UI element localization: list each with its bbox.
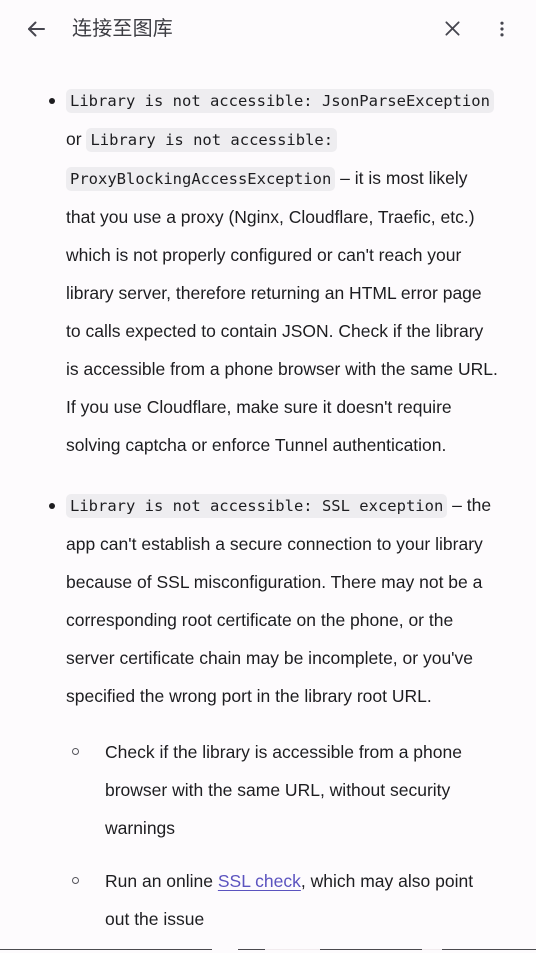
list-item-text: Library is not accessible: JsonParseExce…: [66, 89, 498, 455]
bullet-marker: [49, 98, 55, 104]
text-run: or: [66, 129, 87, 149]
inline-code: Library is not accessible: SSL exception: [66, 494, 448, 518]
nested-list-item: Check if the library is accessible from …: [66, 733, 500, 847]
nested-list-item-text: Run an online SSL check, which may also …: [105, 871, 473, 929]
bullet-marker-hollow: [72, 877, 79, 884]
back-button[interactable]: [16, 9, 56, 49]
page-title: 连接至图库: [72, 17, 173, 40]
more-vertical-icon: [492, 19, 512, 39]
close-button[interactable]: [432, 9, 472, 49]
text-run: Run an online: [105, 871, 218, 891]
text-run: Check if the library is accessible from …: [105, 742, 462, 838]
list-item: Library is not accessible: JsonParseExce…: [0, 81, 522, 464]
divider-gap: [212, 949, 238, 950]
app-bar-actions: [432, 9, 522, 49]
inline-code: Library is not accessible: JsonParseExce…: [66, 89, 494, 113]
divider-gap: [265, 949, 320, 950]
bullet-marker-hollow: [72, 748, 79, 755]
list-item-text: Library is not accessible: SSL exception…: [66, 494, 492, 706]
nested-list: Check if the library is accessible from …: [66, 733, 500, 950]
troubleshooting-list: Library is not accessible: JsonParseExce…: [0, 81, 522, 950]
content-link[interactable]: SSL check: [218, 871, 301, 891]
bottom-divider: [0, 949, 536, 950]
list-item: Library is not accessible: SSL exception…: [0, 486, 522, 950]
text-run: – it is most likely that you use a proxy…: [66, 168, 498, 455]
nested-list-item: Run an online SSL check, which may also …: [66, 862, 500, 938]
text-run: – the app can't establish a secure conne…: [66, 495, 492, 706]
arrow-left-icon: [24, 17, 48, 41]
divider-gap: [422, 949, 442, 950]
inline-code: Library is not accessible: ProxyBlocking…: [66, 128, 338, 191]
app-bar: 连接至图库: [0, 0, 536, 57]
nested-list-item-text: Check if the library is accessible from …: [105, 742, 462, 838]
overflow-menu-button[interactable]: [482, 9, 522, 49]
close-icon: [442, 18, 463, 39]
help-content[interactable]: Library is not accessible: JsonParseExce…: [0, 57, 536, 950]
bullet-marker: [49, 503, 55, 509]
